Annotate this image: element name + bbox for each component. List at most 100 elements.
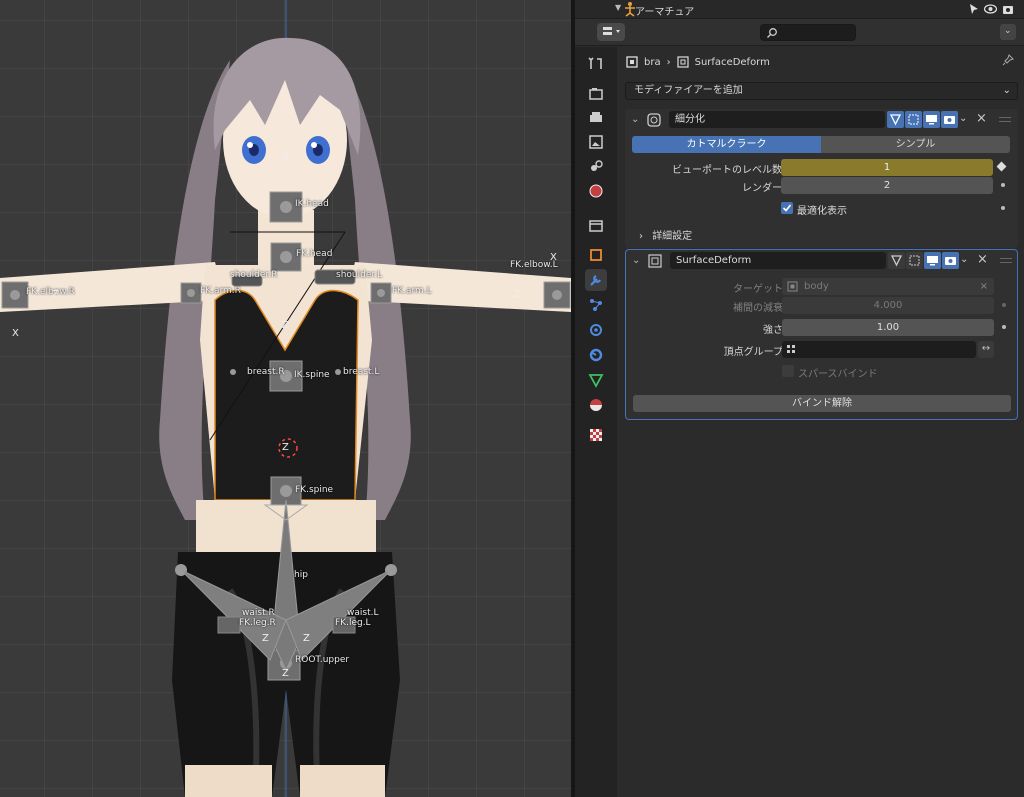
invert-arrows-icon[interactable]: ↔ xyxy=(978,341,994,358)
axis-x-elbow-l: X xyxy=(550,252,557,263)
viewport-toggle[interactable] xyxy=(924,252,941,269)
tab-render[interactable] xyxy=(585,83,607,105)
on-cage-toggle[interactable] xyxy=(887,111,904,128)
axis-x-elbow-r: X xyxy=(12,328,19,339)
breadcrumb: bra › SurfaceDeform xyxy=(626,53,770,71)
properties-editor: ▼ アーマチュア ⌄ bra › SurfaceDeform モディファイアーを… xyxy=(575,0,1024,797)
checker-texture-icon xyxy=(590,429,602,441)
more-options-chevron-icon[interactable]: ⌄ xyxy=(960,254,968,265)
keyframe-dot-icon[interactable] xyxy=(1002,325,1006,329)
target-field[interactable]: body × xyxy=(782,278,994,295)
mesh-object-icon xyxy=(787,281,798,292)
label-root-upper: ROOT.upper xyxy=(295,655,350,665)
viewport-toggle[interactable] xyxy=(923,111,940,128)
label-waist-r: waist.R xyxy=(242,608,275,618)
optimal-display-row: 最適化表示 xyxy=(625,200,1018,217)
mode-simple[interactable]: シンプル xyxy=(821,136,1010,153)
remove-modifier-close-icon[interactable]: × xyxy=(976,111,987,126)
render-icon xyxy=(589,88,603,100)
keyframe-dot-icon[interactable] xyxy=(1001,206,1005,210)
object-icon xyxy=(626,56,638,68)
advanced-label: 詳細設定 xyxy=(652,231,693,242)
panel-header[interactable]: ⌄ SurfaceDeform ⌄ × xyxy=(626,250,1017,272)
keyframe-dot-icon[interactable] xyxy=(1002,303,1006,307)
label-hip: hip xyxy=(294,570,308,580)
tab-modifiers[interactable] xyxy=(585,269,607,291)
render-toggle[interactable] xyxy=(942,252,959,269)
strength-field[interactable]: 1.00 xyxy=(782,319,994,336)
strength-label: 強さ xyxy=(763,325,783,336)
label-fk-arm-r: FK.arm.R xyxy=(200,286,241,296)
properties-header: ⌄ xyxy=(575,19,1024,46)
add-modifier-dropdown[interactable]: モディファイアーを追加 ⌄ xyxy=(625,82,1018,100)
tab-texture[interactable] xyxy=(585,424,607,446)
options-dropdown[interactable]: ⌄ xyxy=(1000,24,1016,40)
monitor-icon xyxy=(926,115,937,125)
add-modifier-label: モディファイアーを追加 xyxy=(634,85,743,96)
target-value: body xyxy=(804,281,829,292)
on-cage-toggle[interactable] xyxy=(888,252,905,269)
modifier-name-field[interactable]: 細分化 xyxy=(669,111,885,128)
printer-icon xyxy=(590,112,602,122)
unbind-button[interactable]: バインド解除 xyxy=(633,395,1011,412)
panel-header[interactable]: ⌄ 細分化 ⌄ × xyxy=(625,109,1018,131)
collapse-chevron-icon[interactable]: ⌄ xyxy=(632,255,640,266)
tab-particles[interactable] xyxy=(585,294,607,316)
vertex-group-icon xyxy=(787,345,795,353)
target-label: ターゲット xyxy=(733,284,783,295)
vertex-group-field[interactable] xyxy=(782,341,976,358)
surface-deform-icon xyxy=(676,56,689,68)
expand-arrow-icon[interactable]: ▼ xyxy=(615,3,621,12)
eye-icon[interactable] xyxy=(984,3,997,15)
tab-physics[interactable] xyxy=(585,319,607,341)
search-input[interactable] xyxy=(760,24,856,41)
tab-world[interactable] xyxy=(585,180,607,202)
drag-handle-icon[interactable] xyxy=(999,117,1011,122)
modifier-properties: bra › SurfaceDeform モディファイアーを追加 ⌄ ⌄ 細分化 xyxy=(618,47,1024,797)
keyframe-dot-icon[interactable] xyxy=(1001,183,1005,187)
tab-scene[interactable] xyxy=(585,155,607,177)
monitor-icon xyxy=(927,256,938,266)
camera-render-icon[interactable] xyxy=(1002,3,1014,15)
keyframe-diamond-icon[interactable] xyxy=(996,161,1007,172)
clear-target-close-icon[interactable]: × xyxy=(980,278,988,295)
viewport-levels-field[interactable]: 1 xyxy=(781,159,993,176)
sparse-bind-checkbox[interactable] xyxy=(782,365,794,377)
tab-view-layer[interactable] xyxy=(585,131,607,153)
tab-tool[interactable] xyxy=(585,53,607,75)
surface-deform-icon xyxy=(648,254,662,268)
advanced-subpanel-header[interactable]: › 詳細設定 xyxy=(639,227,692,242)
tab-collection[interactable] xyxy=(585,214,607,236)
edit-mode-toggle[interactable] xyxy=(905,111,922,128)
falloff-field[interactable]: 4.000 xyxy=(782,297,994,314)
remove-modifier-close-icon[interactable]: × xyxy=(977,252,988,267)
world-icon xyxy=(589,184,603,198)
tab-output[interactable] xyxy=(585,107,607,129)
optimal-display-label: 最適化表示 xyxy=(797,206,847,217)
outliner-row[interactable]: ▼ アーマチュア xyxy=(575,0,1024,19)
edit-mode-toggle[interactable] xyxy=(906,252,923,269)
drag-handle-icon[interactable] xyxy=(1000,258,1012,263)
render-toggle[interactable] xyxy=(941,111,958,128)
tab-constraints[interactable] xyxy=(585,344,607,366)
axis-z-leg-l: Z xyxy=(303,633,310,644)
select-arrow-icon[interactable] xyxy=(968,3,980,15)
modifier-name-field[interactable]: SurfaceDeform xyxy=(670,252,886,269)
tab-data[interactable] xyxy=(585,369,607,391)
tab-material[interactable] xyxy=(585,394,607,416)
label-ik-spine: IK.spine xyxy=(294,370,330,380)
optimal-display-checkbox[interactable] xyxy=(781,202,793,214)
viewport-levels-row: ビューポートのレベル数 1 xyxy=(625,159,1018,176)
pin-icon[interactable] xyxy=(1002,54,1014,66)
subdivision-mode-selector: カトマルクラーク シンプル xyxy=(632,136,1010,153)
3d-viewport[interactable]: IK.head FK.head shoulder.R shoulder.L FK… xyxy=(0,0,571,797)
triangle-vertex-icon xyxy=(889,114,902,126)
label-fk-spine: FK.spine xyxy=(295,485,334,495)
tab-object[interactable] xyxy=(585,244,607,266)
collapse-chevron-icon[interactable]: ⌄ xyxy=(631,114,639,125)
render-levels-field[interactable]: 2 xyxy=(781,177,993,194)
more-options-chevron-icon[interactable]: ⌄ xyxy=(959,113,967,124)
label-fk-head: FK.head xyxy=(296,249,333,259)
editor-type-button[interactable] xyxy=(597,23,625,41)
mode-catmull-clark[interactable]: カトマルクラーク xyxy=(632,136,821,153)
